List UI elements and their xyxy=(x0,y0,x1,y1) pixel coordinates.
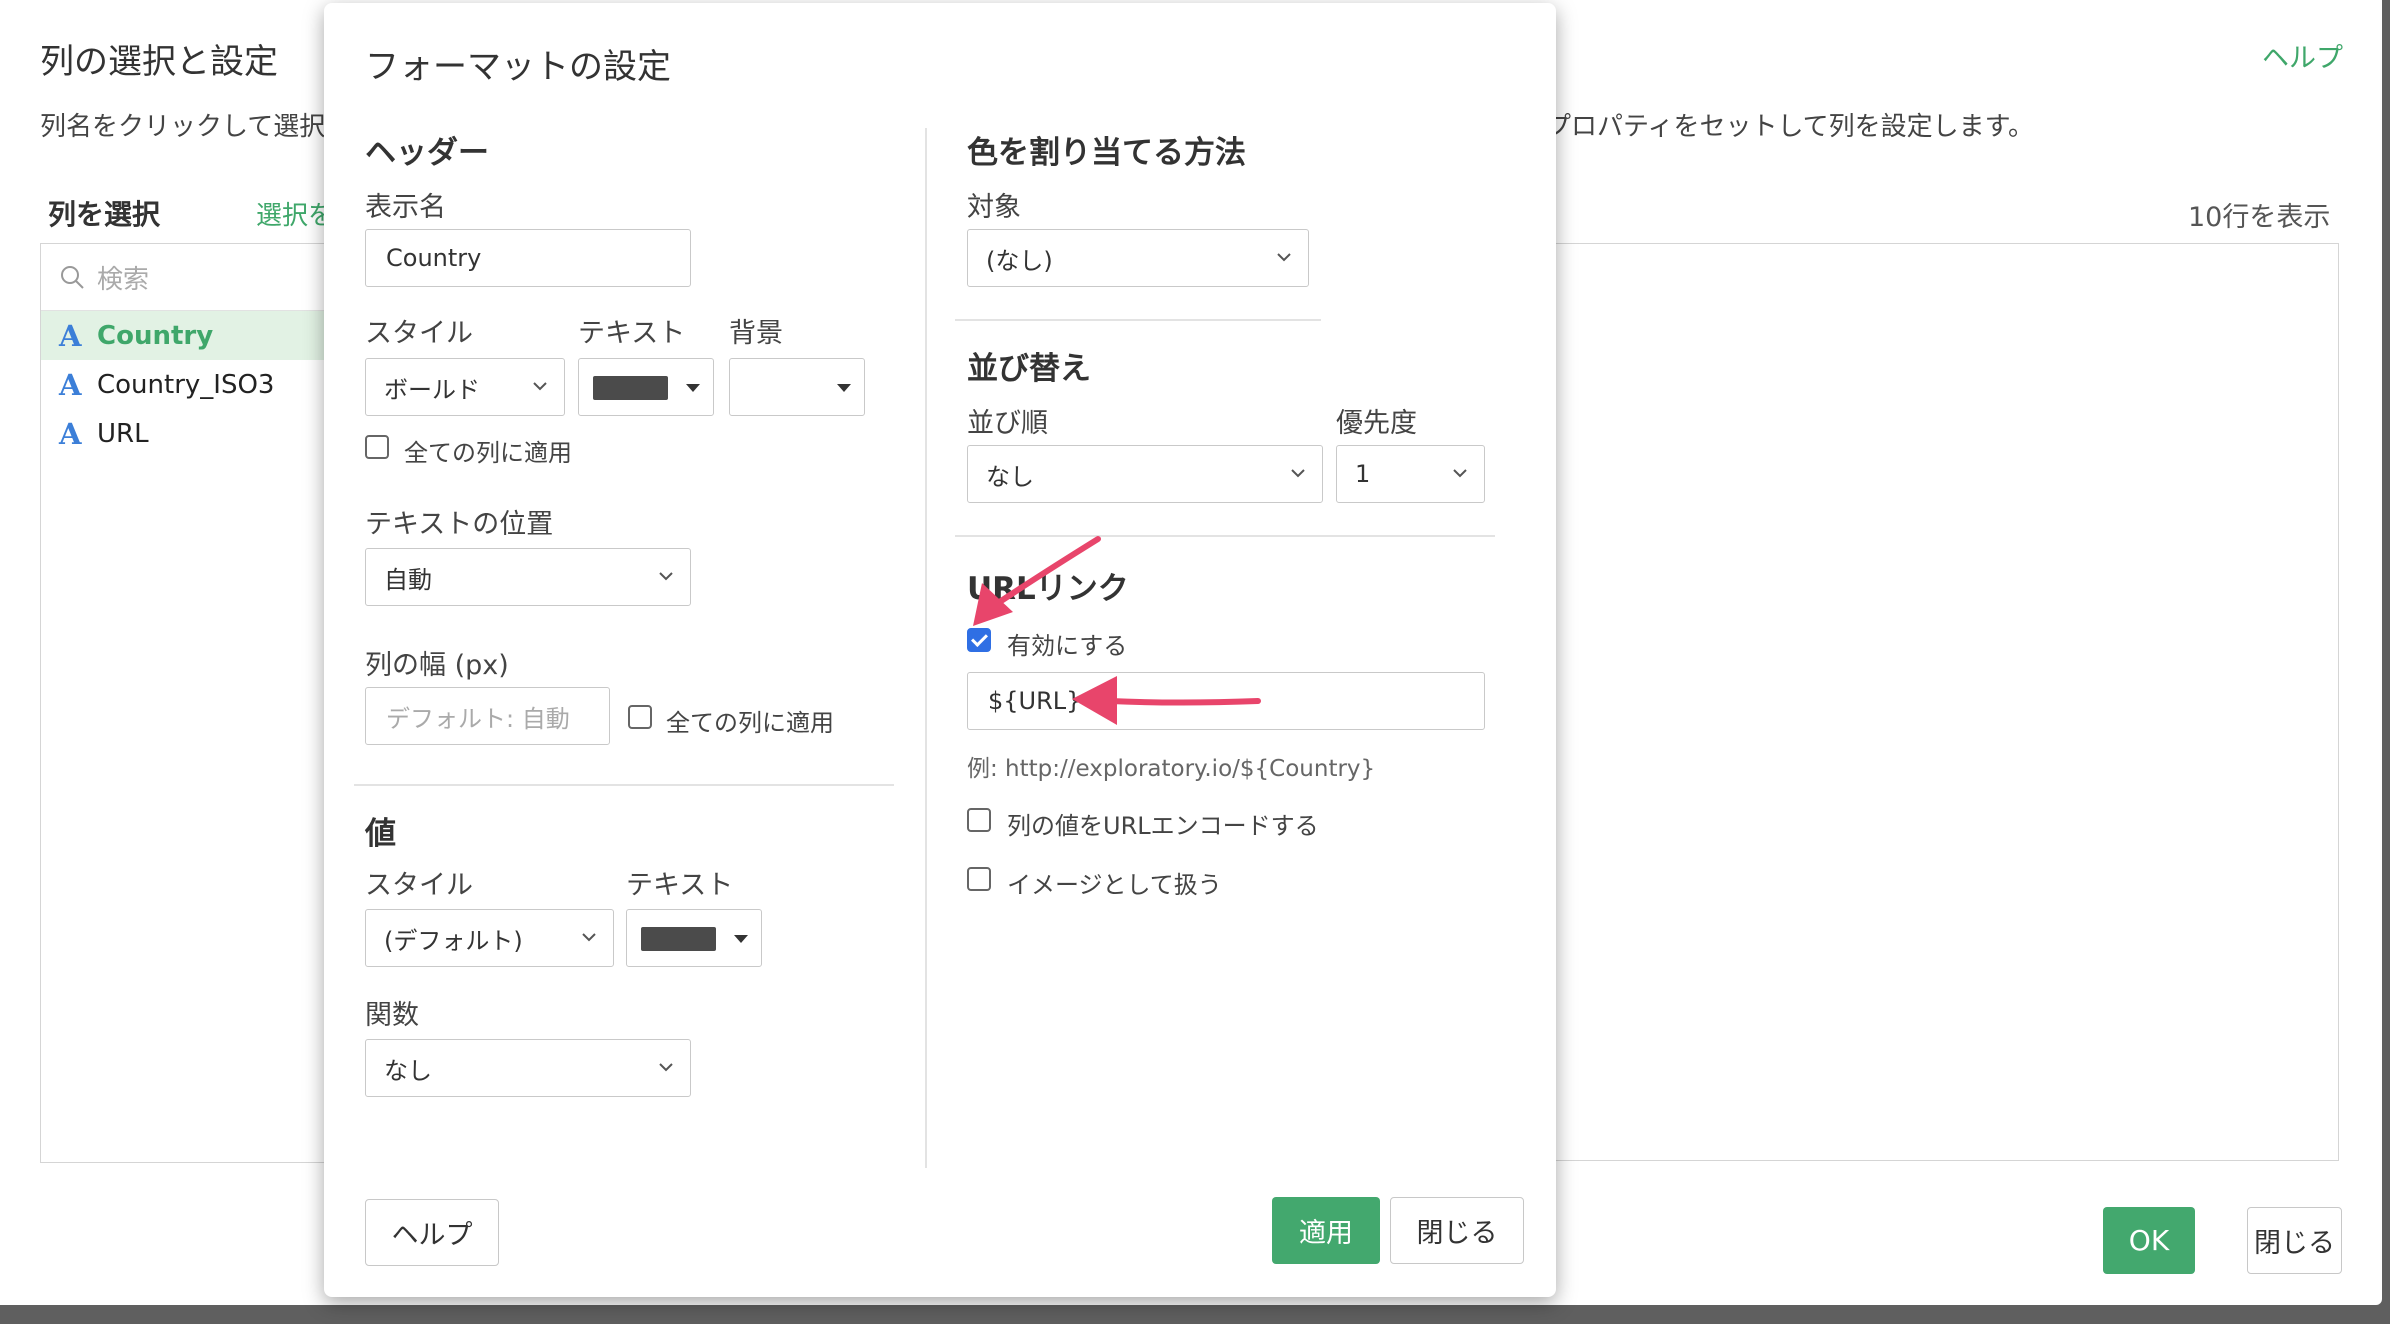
header-style-label: スタイル xyxy=(365,318,473,349)
column-item-country[interactable]: A Country xyxy=(41,311,339,360)
section-divider xyxy=(354,784,894,786)
format-settings-modal: フォーマットの設定 ヘッダー 表示名 Country スタイル テキスト 背景 … xyxy=(324,3,1556,1297)
column-name: Country xyxy=(97,320,214,351)
text-type-icon: A xyxy=(59,318,82,353)
header-style-select[interactable]: ボールド xyxy=(365,358,565,416)
sort-order-value: なし xyxy=(986,462,1034,491)
column-select-label: 列を選択 xyxy=(48,198,161,231)
header-section-title: ヘッダー xyxy=(365,135,489,171)
sort-section-title: 並び替え xyxy=(967,351,1091,387)
display-name-label: 表示名 xyxy=(365,192,446,223)
search-placeholder: 検索 xyxy=(97,264,150,295)
rows-display-label: 10行を表示 xyxy=(2188,202,2331,233)
priority-value: 1 xyxy=(1355,460,1371,488)
modal-close-button[interactable]: 閉じる xyxy=(1390,1197,1524,1264)
section-divider xyxy=(955,319,1321,321)
modal-title: フォーマットの設定 xyxy=(365,47,671,87)
column-name: URL xyxy=(97,418,149,449)
header-background-label: 背景 xyxy=(729,318,783,349)
modal-help-button[interactable]: ヘルプ xyxy=(365,1199,499,1266)
value-text-color-label: テキスト xyxy=(626,870,734,901)
value-style-label: スタイル xyxy=(365,870,473,901)
function-select[interactable]: なし xyxy=(365,1039,691,1097)
text-position-label: テキストの位置 xyxy=(365,509,554,540)
color-target-value: (なし) xyxy=(986,246,1053,275)
value-style-value: (デフォルト) xyxy=(384,926,523,955)
url-example-text: 例: http://exploratory.io/${Country} xyxy=(967,756,1376,782)
close-button[interactable]: 閉じる xyxy=(2247,1207,2342,1274)
help-link[interactable]: ヘルプ xyxy=(2262,36,2343,75)
chevron-down-icon xyxy=(582,933,596,942)
description-text-continued: プロパティをセットして列を設定します。 xyxy=(1545,112,2035,142)
ok-button[interactable]: OK xyxy=(2103,1207,2195,1274)
apply-button[interactable]: 適用 xyxy=(1272,1197,1380,1264)
chevron-down-icon xyxy=(1453,469,1467,478)
column-width-input[interactable]: デフォルト: 自動 xyxy=(365,687,610,745)
column-name: Country_ISO3 xyxy=(97,369,275,400)
chevron-down-icon xyxy=(659,572,673,581)
chevron-down-icon xyxy=(659,1063,673,1072)
description-text: 列名をクリックして選択 xyxy=(40,112,326,142)
header-text-color-picker[interactable] xyxy=(578,358,714,416)
column-item-country-iso3[interactable]: A Country_ISO3 xyxy=(41,360,339,409)
display-name-input[interactable]: Country xyxy=(365,229,691,287)
value-style-select[interactable]: (デフォルト) xyxy=(365,909,614,967)
color-swatch xyxy=(641,927,716,951)
text-position-select[interactable]: 自動 xyxy=(365,548,691,606)
header-background-color-picker[interactable] xyxy=(729,358,865,416)
value-section-title: 値 xyxy=(365,816,396,852)
treat-as-image-label: イメージとして扱う xyxy=(1007,871,1222,899)
caret-down-icon xyxy=(837,384,851,392)
column-list: 検索 A Country A Country_ISO3 A URL xyxy=(40,243,340,1163)
select-all-link[interactable]: 選択を xyxy=(256,195,334,232)
color-target-select[interactable]: (なし) xyxy=(967,229,1309,287)
dialog-title: 列の選択と設定 xyxy=(40,42,278,82)
column-divider xyxy=(925,128,927,1168)
chevron-down-icon xyxy=(533,382,547,391)
url-link-section-title: URLリンク xyxy=(967,571,1129,607)
sort-order-select[interactable]: なし xyxy=(967,445,1323,503)
column-search-input[interactable]: 検索 xyxy=(41,244,339,311)
column-item-url[interactable]: A URL xyxy=(41,409,339,458)
header-apply-all-checkbox[interactable] xyxy=(365,435,389,459)
sort-order-label: 並び順 xyxy=(967,408,1048,439)
header-style-value: ボールド xyxy=(384,375,480,404)
priority-label: 優先度 xyxy=(1336,408,1417,439)
header-apply-all-label: 全ての列に適用 xyxy=(404,439,572,467)
color-swatch xyxy=(593,376,668,400)
url-encode-checkbox[interactable] xyxy=(967,808,991,832)
text-type-icon: A xyxy=(59,367,82,402)
function-value: なし xyxy=(384,1056,432,1085)
text-type-icon: A xyxy=(59,416,82,451)
color-section-title: 色を割り当てる方法 xyxy=(967,135,1246,171)
caret-down-icon xyxy=(734,935,748,943)
url-template-input[interactable]: ${URL} xyxy=(967,672,1485,730)
search-icon xyxy=(61,266,84,289)
preview-panel xyxy=(1555,243,2339,1161)
column-width-label: 列の幅 (px) xyxy=(365,650,509,681)
section-divider xyxy=(955,535,1495,537)
priority-select[interactable]: 1 xyxy=(1336,445,1485,503)
function-label: 関数 xyxy=(365,1000,419,1031)
chevron-down-icon xyxy=(1277,253,1291,262)
value-text-color-picker[interactable] xyxy=(626,909,762,967)
text-position-value: 自動 xyxy=(384,565,432,594)
treat-as-image-checkbox[interactable] xyxy=(967,867,991,891)
url-encode-label: 列の値をURLエンコードする xyxy=(1007,812,1319,840)
color-target-label: 対象 xyxy=(967,192,1021,223)
chevron-down-icon xyxy=(1291,469,1305,478)
width-apply-all-checkbox[interactable] xyxy=(628,705,652,729)
header-text-color-label: テキスト xyxy=(578,318,686,349)
width-apply-all-label: 全ての列に適用 xyxy=(666,709,834,737)
caret-down-icon xyxy=(686,384,700,392)
url-enable-checkbox[interactable] xyxy=(967,628,991,652)
url-enable-label: 有効にする xyxy=(1007,632,1128,660)
